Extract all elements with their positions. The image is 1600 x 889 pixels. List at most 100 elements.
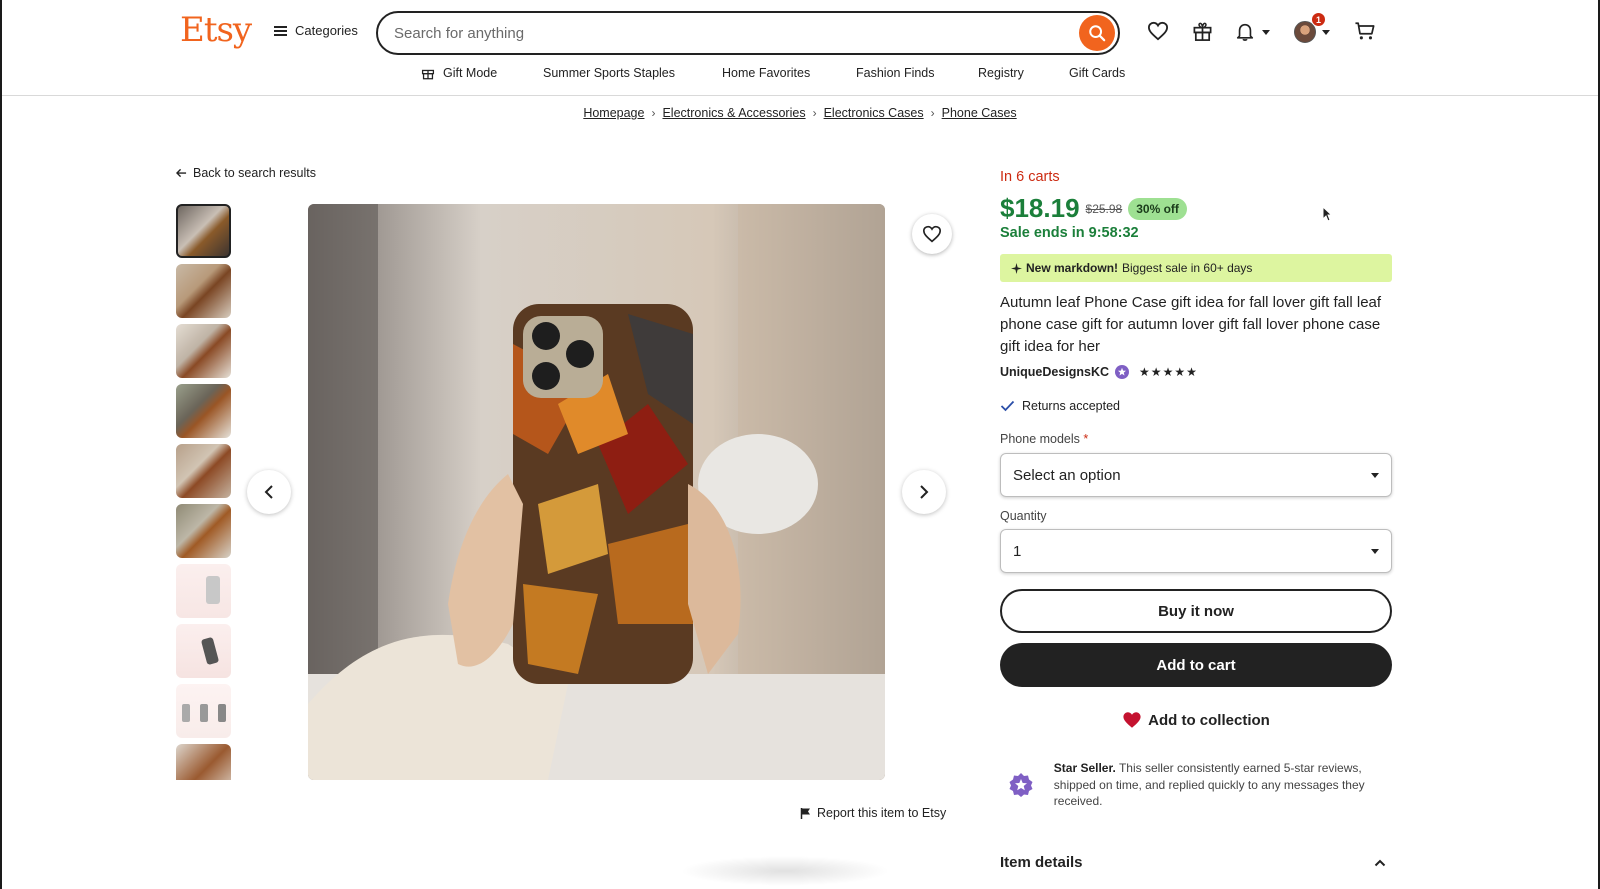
chevron-right-icon: › [812,106,817,120]
favorite-item-button[interactable] [912,214,952,254]
quantity-label: Quantity [1000,509,1047,523]
flag-icon [800,808,810,819]
search-bar [376,11,1120,55]
arrow-left-icon [176,168,187,178]
shop-row: UniqueDesignsKC ★★★★★ [1000,365,1392,379]
thumbnail-2[interactable] [176,264,231,318]
in-carts-notice: In 6 carts [1000,169,1060,185]
add-to-collection-label: Add to collection [1148,711,1270,729]
site-header: Etsy Categories 1 Gift Mode Summer Sport… [0,0,1600,96]
phone-case-photo [308,204,885,780]
nav-gift-cards[interactable]: Gift Cards [1069,66,1125,80]
report-label: Report this item to Etsy [817,806,947,820]
breadcrumb-homepage[interactable]: Homepage [583,106,644,120]
favorites-button[interactable] [1145,18,1171,44]
window-edge-left [0,0,2,889]
heart-icon [1147,21,1169,41]
product-main-image[interactable] [308,204,885,780]
thumbnail-10[interactable] [176,744,231,780]
menu-icon [274,25,287,36]
breadcrumb: Homepage › Electronics & Accessories › E… [0,106,1600,120]
categories-label: Categories [295,23,358,38]
thumbnail-6[interactable] [176,504,231,558]
categories-button[interactable]: Categories [274,23,358,38]
cart-button[interactable] [1352,18,1378,44]
phone-models-select[interactable]: Select an option [1000,453,1392,497]
chevron-up-icon [1374,859,1386,866]
dropdown-arrow-icon [1371,548,1379,554]
notification-badge: 1 [1311,12,1326,27]
thumbnail-5[interactable] [176,444,231,498]
quantity-value: 1 [1013,542,1022,560]
breadcrumb-electronics-accessories[interactable]: Electronics & Accessories [662,106,805,120]
checkmark-icon [1000,400,1015,412]
chevron-right-icon: › [930,106,935,120]
thumbnail-9[interactable] [176,684,231,738]
quantity-select[interactable]: 1 [1000,529,1392,573]
sparkle-icon [1011,262,1022,274]
sale-price: $18.19 [1000,193,1080,223]
chevron-down-icon[interactable] [1322,30,1330,35]
star-seller-bold: Star Seller. [1053,761,1116,775]
phone-models-value: Select an option [1013,466,1121,484]
notifications-button[interactable] [1232,18,1258,44]
back-label: Back to search results [193,166,316,180]
search-input[interactable] [394,24,1079,42]
thumbnail-4[interactable] [176,384,231,438]
item-details-toggle[interactable]: Item details [1000,854,1392,871]
returns-label: Returns accepted [1022,399,1120,413]
thumbnail-3[interactable] [176,324,231,378]
previous-image-button[interactable] [247,470,291,514]
gift-icon [421,69,435,80]
gift-icon [1193,22,1211,41]
rating-stars[interactable]: ★★★★★ [1139,365,1198,379]
nav-summer-sports-staples[interactable]: Summer Sports Staples [543,66,675,80]
nav-gift-mode[interactable]: Gift Mode [443,66,497,80]
discount-badge: 30% off [1128,197,1187,220]
cart-icon [1355,22,1375,40]
back-to-results-link[interactable]: Back to search results [176,166,316,180]
next-image-button[interactable] [902,470,946,514]
gift-button[interactable] [1189,18,1215,44]
chevron-right-icon: › [651,106,656,120]
thumbnail-strip [176,204,232,780]
add-to-collection-button[interactable]: Add to collection [1000,711,1392,729]
required-mark: * [1083,432,1089,446]
sub-navigation: Gift Mode Summer Sports Staples Home Fav… [0,66,1600,84]
thumbnail-1[interactable] [176,204,231,258]
add-to-cart-button[interactable]: Add to cart [1000,643,1392,687]
markdown-banner: New markdown! Biggest sale in 60+ days [1000,254,1392,282]
phone-models-label-text: Phone models [1000,432,1080,446]
nav-fashion-finds[interactable]: Fashion Finds [856,66,935,80]
chevron-down-icon[interactable] [1262,30,1270,35]
shop-name-link[interactable]: UniqueDesignsKC [1000,365,1109,379]
phone-models-label: Phone models * [1000,432,1392,446]
nav-registry[interactable]: Registry [978,66,1024,80]
thumbnail-7[interactable] [176,564,231,618]
breadcrumb-electronics-cases[interactable]: Electronics Cases [824,106,924,120]
chevron-left-icon [264,485,273,499]
price-row: $18.19 $25.98 30% off [1000,193,1392,224]
star-seller-badge-icon [1115,365,1130,379]
thumbnail-8[interactable] [176,624,231,678]
star-seller-info: Star Seller. This seller consistently ea… [1000,760,1392,810]
product-title: Autumn leaf Phone Case gift idea for fal… [1000,294,1382,355]
item-details-label: Item details [1000,854,1083,871]
mouse-cursor-icon [1322,206,1332,222]
star-seller-text: Star Seller. This seller consistently ea… [1054,760,1392,810]
search-button[interactable] [1079,15,1115,51]
returns-row: Returns accepted [1000,399,1392,413]
scroll-shadow [680,856,890,886]
sale-countdown: Sale ends in 9:58:32 [1000,225,1139,241]
etsy-logo[interactable]: Etsy [180,10,252,50]
dropdown-arrow-icon [1371,472,1379,478]
breadcrumb-phone-cases[interactable]: Phone Cases [942,106,1017,120]
star-seller-icon-wrap [1000,760,1042,810]
search-icon [1089,25,1106,42]
report-item-link[interactable]: Report this item to Etsy [800,806,946,820]
original-price: $25.98 [1085,201,1123,216]
markdown-text: Biggest sale in 60+ days [1122,261,1253,275]
nav-home-favorites[interactable]: Home Favorites [722,66,810,80]
star-seller-icon [1009,773,1033,797]
buy-now-button[interactable]: Buy it now [1000,589,1392,633]
